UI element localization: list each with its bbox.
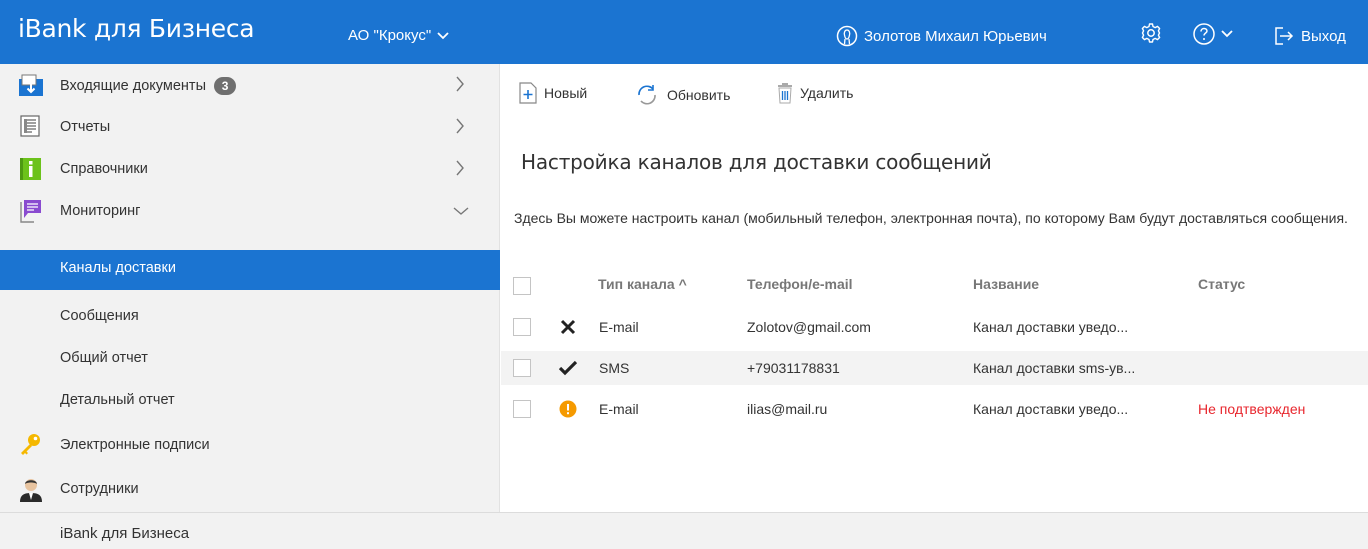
sidebar-item-label: Сообщения [60,308,139,324]
sidebar-item-label: Сотрудники [60,481,139,497]
row-checkbox[interactable] [513,400,531,418]
channel-status: Не подтвержден [1198,401,1306,417]
employee-icon [20,479,42,502]
chevron-down-icon [437,31,449,39]
settings-button[interactable] [1140,22,1162,44]
sidebar-item-label: Входящие документы 3 [60,77,237,95]
channel-contact: +79031178831 [747,360,840,376]
check-icon [559,360,577,376]
sidebar-item-general-report[interactable]: Общий отчет [0,338,500,380]
sidebar-item-employees[interactable]: Сотрудники [0,468,500,510]
row-checkbox[interactable] [513,359,531,377]
channel-type: E-mail [599,401,639,417]
help-button[interactable] [1192,22,1233,46]
channel-contact: Zolotov@gmail.com [747,319,871,335]
refresh-label: Обновить [667,87,731,103]
channel-type: E-mail [599,319,639,335]
select-all-checkbox[interactable] [513,277,531,295]
help-icon [1193,23,1215,45]
table-row[interactable]: SMS +79031178831 Канал доставки sms-ув..… [501,351,1368,385]
refresh-icon [638,85,656,105]
sidebar-item-detailed-report[interactable]: Детальный отчет [0,380,500,422]
column-header-contact[interactable]: Телефон/e-mail [747,276,853,292]
sidebar-item-text: Входящие документы [60,77,206,94]
user-name: Золотов Михаил Юрьевич [864,27,1047,45]
new-button[interactable]: Новый [519,82,587,104]
delete-button[interactable]: Удалить [777,82,853,104]
unread-count-badge: 3 [214,77,237,95]
user-icon [836,25,858,47]
page-title: Настройка каналов для доставки сообщений [521,150,992,174]
directories-icon [20,158,41,180]
sidebar-item-label: Справочники [60,161,148,177]
sidebar-item-label: Общий отчет [60,350,148,366]
footer-text: iBank для Бизнеса [60,525,190,542]
chevron-right-icon [456,76,464,92]
sidebar-item-messages[interactable]: Сообщения [0,296,500,338]
chevron-right-icon [456,160,464,176]
organization-name: АО "Крокус" [348,27,432,44]
sidebar-item-label: Отчеты [60,119,111,135]
sidebar-item-label: Электронные подписи [60,437,210,453]
trash-icon [778,83,792,104]
channel-name: Канал доставки уведо... [973,319,1129,335]
channel-type: SMS [599,360,630,376]
sidebar-item-label: Каналы доставки [60,260,176,276]
sidebar-item-incoming-documents[interactable]: Входящие документы 3 [0,64,500,106]
chevron-right-icon [456,118,464,134]
column-header-channel-type[interactable]: Тип канала ^ [598,276,687,292]
sidebar-item-reports[interactable]: Отчеты [0,106,500,148]
row-checkbox[interactable] [513,318,531,336]
channel-name: Канал доставки sms-ув... [973,360,1136,376]
sidebar-item-label: Мониторинг [60,203,141,219]
footer: iBank для Бизнеса [0,512,1368,549]
cross-icon [560,319,576,335]
new-document-icon [519,82,537,104]
logout-button[interactable]: Выход [1274,25,1346,47]
sidebar: Входящие документы 3 Отчеты Справочники [0,64,500,512]
organization-selector[interactable]: АО "Крокус" [348,27,449,44]
logout-icon [1275,27,1294,45]
sidebar-item-label: Детальный отчет [60,392,175,408]
key-icon [21,434,40,455]
delete-label: Удалить [800,85,854,101]
channel-contact: ilias@mail.ru [747,401,828,417]
table-row[interactable]: E-mail ilias@mail.ru Канал доставки увед… [501,392,1368,426]
sidebar-item-monitoring[interactable]: Мониторинг [0,190,500,232]
column-header-name[interactable]: Название [973,276,1039,292]
sidebar-item-directories[interactable]: Справочники [0,148,500,190]
user-menu[interactable]: Золотов Михаил Юрьевич [836,25,1047,47]
new-label: Новый [544,85,588,101]
top-bar: iBank для Бизнеса АО "Крокус" Золотов Ми… [0,0,1368,64]
sidebar-item-delivery-channels[interactable]: Каналы доставки [0,250,500,290]
sidebar-item-digital-signatures[interactable]: Электронные подписи [0,424,500,466]
page-description: Здесь Вы можете настроить канал (мобильн… [514,210,1348,226]
main-content: Новый Обновить Удалить Настройка каналов… [501,64,1368,512]
logout-label: Выход [1301,27,1346,45]
gear-icon [1141,23,1161,43]
app-title[interactable]: iBank для Бизнеса [18,14,255,43]
refresh-button[interactable]: Обновить [634,82,730,108]
incoming-docs-icon [19,74,43,96]
column-header-status[interactable]: Статус [1198,276,1245,292]
warning-icon [559,400,577,418]
chevron-down-icon [453,207,469,215]
monitoring-icon [20,200,41,223]
chevron-down-icon [1221,30,1233,38]
channel-name: Канал доставки уведо... [973,401,1129,417]
reports-icon [20,115,40,137]
table-row[interactable]: E-mail Zolotov@gmail.com Канал доставки … [501,310,1368,344]
